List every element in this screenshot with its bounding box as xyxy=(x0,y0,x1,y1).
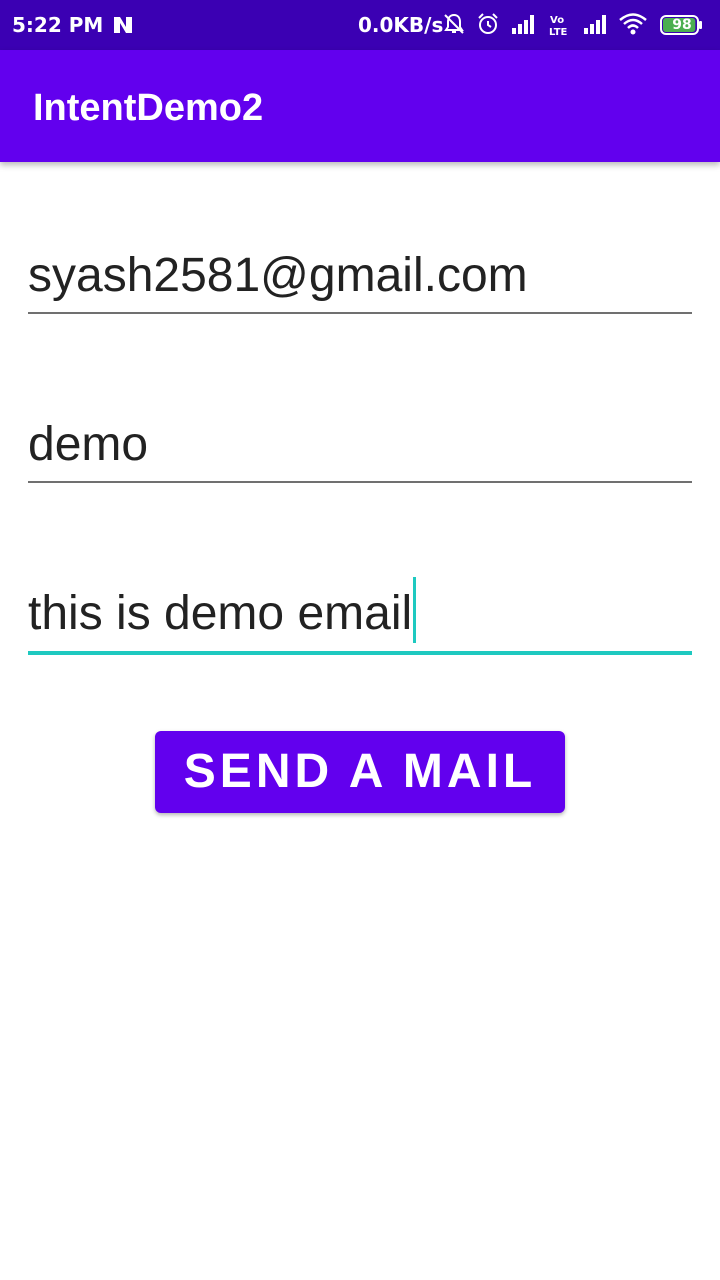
message-field-value: this is demo email xyxy=(28,587,413,640)
alarm-icon xyxy=(478,13,498,34)
app-bar: IntentDemo2 xyxy=(0,50,720,162)
notification-n-icon xyxy=(114,17,132,33)
status-bar: 5:22 PM 0.0KB/s Vo LTE 98 xyxy=(0,0,720,50)
svg-text:LTE: LTE xyxy=(549,27,568,38)
signal-icon-2 xyxy=(584,15,606,34)
app-title: IntentDemo2 xyxy=(33,87,264,129)
email-field-value: syash2581@gmail.com xyxy=(28,249,528,302)
signal-icon xyxy=(512,15,534,34)
message-field[interactable]: this is demo email xyxy=(28,577,692,655)
send-mail-button[interactable]: SEND A MAIL xyxy=(155,731,565,813)
subject-field[interactable]: demo xyxy=(28,413,692,483)
battery-level: 98 xyxy=(672,17,692,33)
email-field[interactable]: syash2581@gmail.com xyxy=(28,244,692,314)
text-cursor xyxy=(413,577,417,643)
network-speed: 0.0KB/s xyxy=(358,13,444,37)
wifi-icon xyxy=(619,13,647,35)
status-time: 5:22 PM xyxy=(12,13,104,37)
message-field-content: this is demo email xyxy=(28,577,417,643)
svg-text:Vo: Vo xyxy=(550,15,564,26)
volte-icon: Vo LTE xyxy=(549,15,568,38)
bell-off-icon xyxy=(444,13,464,34)
subject-field-value: demo xyxy=(28,418,149,471)
